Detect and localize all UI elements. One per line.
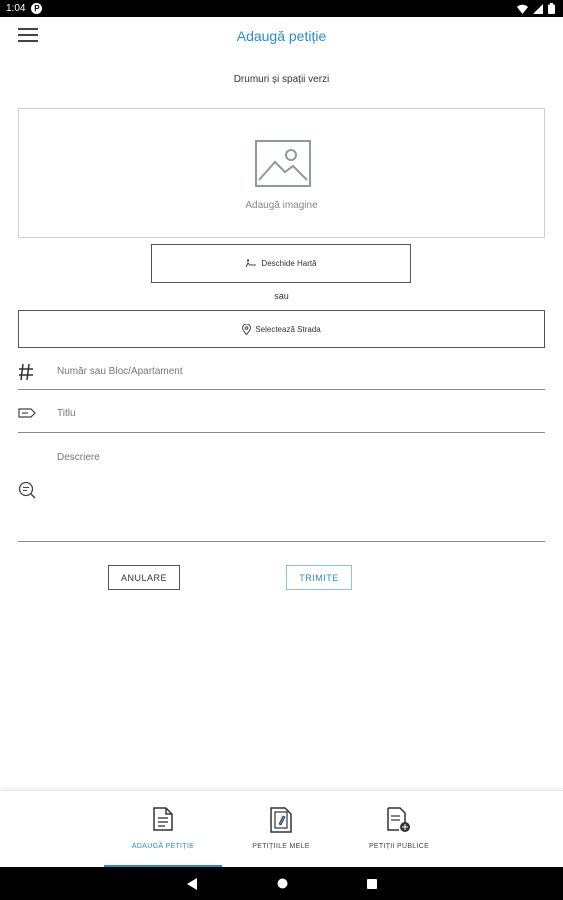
status-bar: 1:04 P xyxy=(0,0,563,17)
tab-public-petitions-label: PETIȚII PUBLICE xyxy=(368,843,430,850)
hash-icon xyxy=(19,363,33,381)
or-separator: sau xyxy=(274,291,289,301)
page-title: Adaugă petiție xyxy=(236,28,327,44)
app-bar: Adaugă petiție xyxy=(0,17,563,57)
title-field[interactable]: Titlu xyxy=(18,401,545,433)
tab-add-petition-label: ADAUGĂ PETIȚIE xyxy=(131,843,195,850)
document-icon xyxy=(153,807,173,831)
notification-app-icon: P xyxy=(31,3,43,14)
wifi-icon xyxy=(517,4,528,14)
public-document-icon xyxy=(387,807,410,832)
title-placeholder: Titlu xyxy=(57,408,76,419)
back-icon[interactable] xyxy=(180,867,204,900)
select-street-label: Selectează Strada xyxy=(255,324,321,334)
select-street-button[interactable]: Selectează Strada xyxy=(18,310,545,348)
number-placeholder: Număr sau Bloc/Apartament xyxy=(57,366,183,377)
tab-my-petitions-label: PETIȚIILE MELE xyxy=(252,843,310,850)
image-placeholder-icon xyxy=(255,140,311,187)
add-image-box[interactable]: Adaugă imagine xyxy=(18,108,545,238)
open-map-label: Deschide Hartă xyxy=(261,259,317,268)
status-time: 1:04 xyxy=(6,3,26,14)
status-left: 1:04 P xyxy=(6,3,43,14)
home-icon[interactable] xyxy=(270,867,294,900)
comment-search-icon xyxy=(18,481,36,499)
description-field[interactable]: Descriere xyxy=(18,445,545,542)
map-walk-icon xyxy=(245,259,257,268)
location-pin-icon xyxy=(242,323,252,335)
cancel-button[interactable]: ANULARE xyxy=(108,565,180,590)
signal-icon xyxy=(533,3,543,14)
tab-public-petitions[interactable]: PETIȚII PUBLICE xyxy=(340,791,458,868)
description-placeholder: Descriere xyxy=(57,452,100,463)
bottom-navigation: ADAUGĂ PETIȚIE PETIȚIILE MELE PETIȚII PU… xyxy=(0,790,563,868)
add-image-label: Adaugă imagine xyxy=(245,200,318,211)
number-field[interactable]: Număr sau Bloc/Apartament xyxy=(18,358,545,390)
battery-icon xyxy=(548,3,555,14)
status-right xyxy=(517,3,555,14)
label-tag-icon xyxy=(18,408,36,418)
edit-document-icon xyxy=(270,807,292,833)
category-label: Drumuri și spații verzi xyxy=(233,74,330,85)
system-navigation-bar xyxy=(0,867,563,900)
tab-my-petitions[interactable]: PETIȚIILE MELE xyxy=(222,791,340,868)
recents-icon[interactable] xyxy=(360,867,384,900)
submit-button[interactable]: TRIMITE xyxy=(286,565,352,590)
tab-add-petition[interactable]: ADAUGĂ PETIȚIE xyxy=(104,791,222,868)
open-map-button[interactable]: Deschide Hartă xyxy=(151,244,411,283)
